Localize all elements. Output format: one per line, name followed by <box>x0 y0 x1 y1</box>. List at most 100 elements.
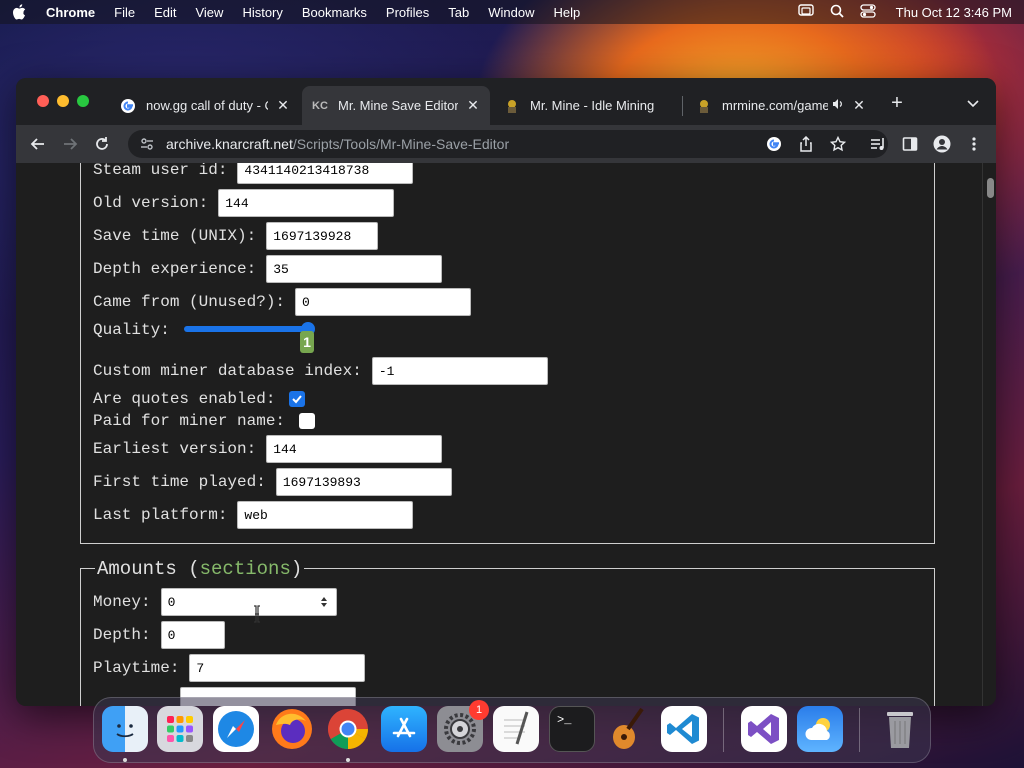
close-tab-icon[interactable]: ✕ <box>276 97 290 114</box>
depth-experience-label: Depth experience: <box>93 260 257 278</box>
forward-arrow-icon[interactable] <box>60 134 80 154</box>
paid-miner-name-checkbox[interactable] <box>299 413 316 429</box>
app-store-icon[interactable] <box>381 706 427 752</box>
tab-mr-mine-save-editor[interactable]: KC Mr. Mine Save Editor ✕ <box>302 86 490 125</box>
tab-mr-mine-idle-mining[interactable]: Mr. Mine - Idle Mining <box>494 86 682 125</box>
close-tab-icon[interactable]: ✕ <box>852 97 866 114</box>
more-menu-icon[interactable] <box>964 134 984 154</box>
tab-nowgg[interactable]: now.gg call of duty - C ✕ <box>110 86 300 125</box>
tab-mrmine-game[interactable]: mrmine.com/game ✕ <box>686 86 876 125</box>
close-tab-icon[interactable]: ✕ <box>466 97 480 114</box>
paid-miner-name-row: Paid for miner name: <box>93 407 316 435</box>
menu-view[interactable]: View <box>195 5 223 20</box>
launchpad-icon[interactable] <box>157 706 203 752</box>
old-version-input[interactable]: 144 <box>218 189 395 217</box>
screen-mirroring-icon[interactable] <box>797 3 814 21</box>
menu-history[interactable]: History <box>242 5 282 20</box>
menu-profiles[interactable]: Profiles <box>386 5 429 20</box>
came-from-row: Came from (Unused?): 0 <box>93 288 472 316</box>
depth-experience-input[interactable]: 35 <box>266 255 443 283</box>
last-platform-row: Last platform: web <box>93 501 414 529</box>
new-tab-button[interactable]: + <box>887 93 907 113</box>
firefox-icon[interactable] <box>269 706 315 752</box>
garageband-icon[interactable] <box>605 706 651 752</box>
apple-icon[interactable] <box>12 4 28 20</box>
menu-edit[interactable]: Edit <box>154 5 176 20</box>
last-platform-label: Last platform: <box>93 506 228 524</box>
quality-slider[interactable] <box>184 326 308 332</box>
miner-icon <box>504 98 520 114</box>
control-center-icon[interactable] <box>860 3 876 21</box>
close-window-button[interactable] <box>37 95 49 107</box>
weather-icon[interactable] <box>797 706 843 752</box>
safari-icon[interactable] <box>213 706 259 752</box>
reload-icon[interactable] <box>92 134 112 154</box>
page-content: Steam user id: 4341140213418738 Old vers… <box>16 163 982 706</box>
playtime-input[interactable]: 7 <box>189 654 366 682</box>
back-arrow-icon[interactable] <box>28 134 48 154</box>
menu-bookmarks[interactable]: Bookmarks <box>302 5 367 20</box>
system-settings-icon[interactable]: 1 <box>437 700 489 752</box>
number-spinner-icon[interactable] <box>320 596 328 608</box>
chrome-icon[interactable] <box>325 706 371 752</box>
custom-miner-index-row: Custom miner database index: -1 <box>93 357 548 385</box>
old-version-label: Old version: <box>93 194 209 212</box>
google-lens-icon[interactable] <box>764 134 784 154</box>
finder-icon[interactable] <box>102 706 148 752</box>
spotlight-search-icon[interactable] <box>830 4 844 21</box>
tab-search-chevron-icon[interactable] <box>966 96 980 110</box>
side-panel-icon[interactable] <box>900 134 920 154</box>
tab-title: Mr. Mine - Idle Mining <box>530 98 655 113</box>
quality-value-badge: 1 <box>300 331 314 353</box>
first-time-played-input[interactable]: 1697139893 <box>275 468 452 496</box>
minimize-window-button[interactable] <box>57 95 69 107</box>
visual-studio-icon[interactable] <box>741 706 787 752</box>
url-path: /Scripts/Tools/Mr-Mine-Save-Editor <box>292 136 510 152</box>
came-from-input[interactable]: 0 <box>295 288 472 316</box>
vscode-icon[interactable] <box>661 706 707 752</box>
sections-link[interactable]: sections <box>200 558 291 580</box>
earliest-version-label: Earliest version: <box>93 440 257 458</box>
dock-separator <box>859 708 860 752</box>
depth-row: Depth: 0 <box>93 621 225 649</box>
tab-strip: now.gg call of duty - C ✕ KC Mr. Mine Sa… <box>16 78 996 125</box>
save-time-input[interactable]: 1697139928 <box>266 222 379 250</box>
site-info-icon[interactable] <box>140 137 154 151</box>
playtime-row: Playtime: 7 <box>93 654 366 682</box>
chrome-window: now.gg call of duty - C ✕ KC Mr. Mine Sa… <box>16 78 996 706</box>
menu-clock[interactable]: Thu Oct 12 3:46 PM <box>896 5 1012 20</box>
steam-user-id-label: Steam user id: <box>93 163 228 179</box>
custom-miner-index-input[interactable]: -1 <box>371 357 548 385</box>
scrollbar-thumb[interactable] <box>987 178 994 198</box>
menu-help[interactable]: Help <box>554 5 581 20</box>
tab-title: mrmine.com/game <box>722 98 828 113</box>
notification-badge: 1 <box>469 700 489 720</box>
quotes-enabled-checkbox[interactable] <box>289 391 306 407</box>
dock-separator <box>723 708 724 752</box>
browser-toolbar: archive.knarcraft.net/Scripts/Tools/Mr-M… <box>16 125 996 163</box>
profile-avatar-icon[interactable] <box>932 134 952 154</box>
menu-tab[interactable]: Tab <box>448 5 469 20</box>
menu-app-name[interactable]: Chrome <box>46 5 95 20</box>
earliest-version-input[interactable]: 144 <box>266 435 443 463</box>
menu-window[interactable]: Window <box>488 5 534 20</box>
depth-input[interactable]: 0 <box>160 621 225 649</box>
url-host: archive.knarcraft.net <box>166 136 293 152</box>
last-platform-input[interactable]: web <box>237 501 414 529</box>
money-input[interactable]: 0 <box>160 588 337 616</box>
amounts-legend-text: Amounts ( <box>97 558 200 580</box>
fullscreen-window-button[interactable] <box>77 95 89 107</box>
share-icon[interactable] <box>796 134 816 154</box>
page-scrollbar[interactable] <box>982 163 996 706</box>
terminal-icon[interactable]: >_ <box>549 706 595 752</box>
bookmark-star-icon[interactable] <box>828 134 848 154</box>
media-controls-icon[interactable] <box>868 134 888 154</box>
audio-playing-icon[interactable] <box>832 98 844 113</box>
first-time-played-label: First time played: <box>93 473 266 491</box>
old-version-row: Old version: 144 <box>93 189 395 217</box>
textedit-icon[interactable] <box>493 706 539 752</box>
came-from-label: Came from (Unused?): <box>93 293 286 311</box>
steam-user-id-input[interactable]: 4341140213418738 <box>237 163 414 184</box>
trash-icon[interactable] <box>877 706 923 752</box>
menu-file[interactable]: File <box>114 5 135 20</box>
